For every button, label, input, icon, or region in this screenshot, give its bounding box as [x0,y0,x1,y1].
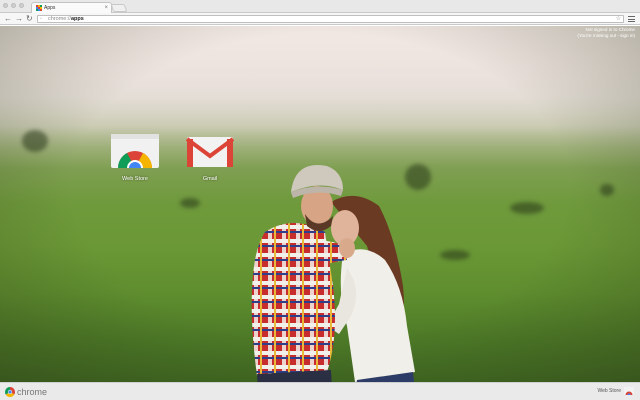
app-gmail[interactable]: Gmail [185,136,235,182]
back-arrow-icon[interactable]: ← [4,13,12,25]
chrome-web-store-icon [111,134,159,176]
tab-apps[interactable]: Apps × [31,2,112,13]
app-label: Web Store [122,176,148,182]
apps-page: Not signed in to Chrome (You're missing … [0,26,640,382]
new-tab-button[interactable] [110,4,128,12]
window-controls [3,3,24,8]
maximize-window-button[interactable] [19,3,24,8]
bottom-bar: chrome Web Store [0,382,640,400]
tab-close-icon[interactable]: × [104,3,108,13]
web-store-link[interactable]: Web Store [597,386,634,396]
sign-in-link[interactable]: (You're missing out - sign in) [577,33,635,39]
forward-arrow-icon[interactable]: → [15,13,23,25]
chrome-brand: chrome [5,386,47,398]
chrome-menu-icon[interactable] [628,16,635,22]
web-store-icon [624,387,634,395]
web-store-link-label: Web Store [597,388,621,394]
close-window-button[interactable] [3,3,8,8]
bookmark-star-icon[interactable]: ☆ [616,16,621,23]
tab-strip: Apps × [0,0,640,13]
apps-grid-icon [36,5,42,11]
address-bar[interactable]: ▫ chrome://apps ☆ [37,15,624,23]
gmail-icon [185,137,235,167]
reload-icon[interactable]: ↻ [26,13,33,25]
page-icon: ▫ [40,16,42,22]
toolbar: ← → ↻ ▫ chrome://apps ☆ [0,13,640,25]
app-web-store[interactable]: Web Store [110,132,160,182]
sign-in-notice[interactable]: Not signed in to Chrome (You're missing … [577,27,635,39]
chrome-brand-text: chrome [17,387,48,397]
background-photo-couple [251,165,415,382]
app-label: Gmail [202,176,218,182]
minimize-window-button[interactable] [11,3,16,8]
chrome-logo-icon [5,387,15,397]
address-bar-url[interactable]: chrome://apps [48,16,84,23]
tab-title: Apps [44,5,56,11]
